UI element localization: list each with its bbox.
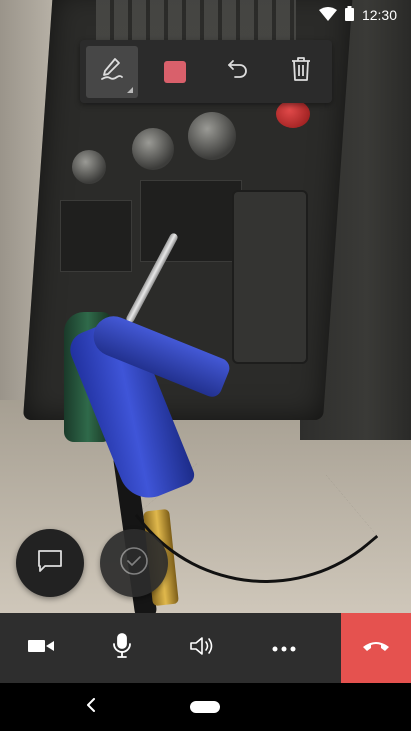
- delete-button[interactable]: [275, 46, 327, 98]
- pen-icon: [98, 55, 126, 88]
- system-nav-bar: [0, 683, 411, 731]
- back-chevron-icon: [86, 697, 96, 717]
- status-bar: 12:30: [0, 0, 411, 30]
- microphone-icon: [112, 632, 132, 664]
- chat-button[interactable]: [16, 529, 84, 597]
- status-time: 12:30: [361, 7, 397, 23]
- checkmark-icon: [119, 546, 149, 581]
- tool-bracket: [232, 190, 308, 364]
- annotation-toolbar: [80, 40, 332, 103]
- microphone-toggle-button[interactable]: [81, 613, 162, 683]
- panel-red-button: [276, 100, 310, 128]
- nav-back-button[interactable]: [80, 696, 102, 718]
- panel-knob: [72, 150, 106, 184]
- wifi-icon: [318, 6, 337, 24]
- speaker-icon: [189, 635, 217, 662]
- panel-slot: [60, 200, 132, 272]
- hang-up-icon: [362, 639, 390, 657]
- home-pill-icon[interactable]: [190, 701, 220, 713]
- undo-button[interactable]: [212, 46, 264, 98]
- battery-icon: [344, 6, 354, 24]
- call-controls-bar: [0, 613, 411, 683]
- trash-icon: [290, 56, 312, 87]
- dropdown-corner-icon: [126, 86, 133, 93]
- panel-slot: [140, 180, 242, 262]
- speaker-toggle-button[interactable]: [162, 613, 243, 683]
- end-call-button[interactable]: [341, 613, 411, 683]
- color-swatch: [163, 60, 186, 83]
- more-dots-icon: [272, 639, 296, 657]
- video-toggle-button[interactable]: [0, 613, 81, 683]
- done-button[interactable]: [100, 529, 168, 597]
- more-options-button[interactable]: [243, 613, 324, 683]
- color-picker-button[interactable]: [149, 46, 201, 98]
- video-camera-icon: [27, 638, 54, 659]
- panel-knob: [188, 112, 236, 160]
- undo-icon: [226, 57, 250, 86]
- pen-tool-button[interactable]: [85, 45, 138, 98]
- panel-knob: [132, 128, 174, 170]
- chat-bubble-icon: [37, 549, 63, 578]
